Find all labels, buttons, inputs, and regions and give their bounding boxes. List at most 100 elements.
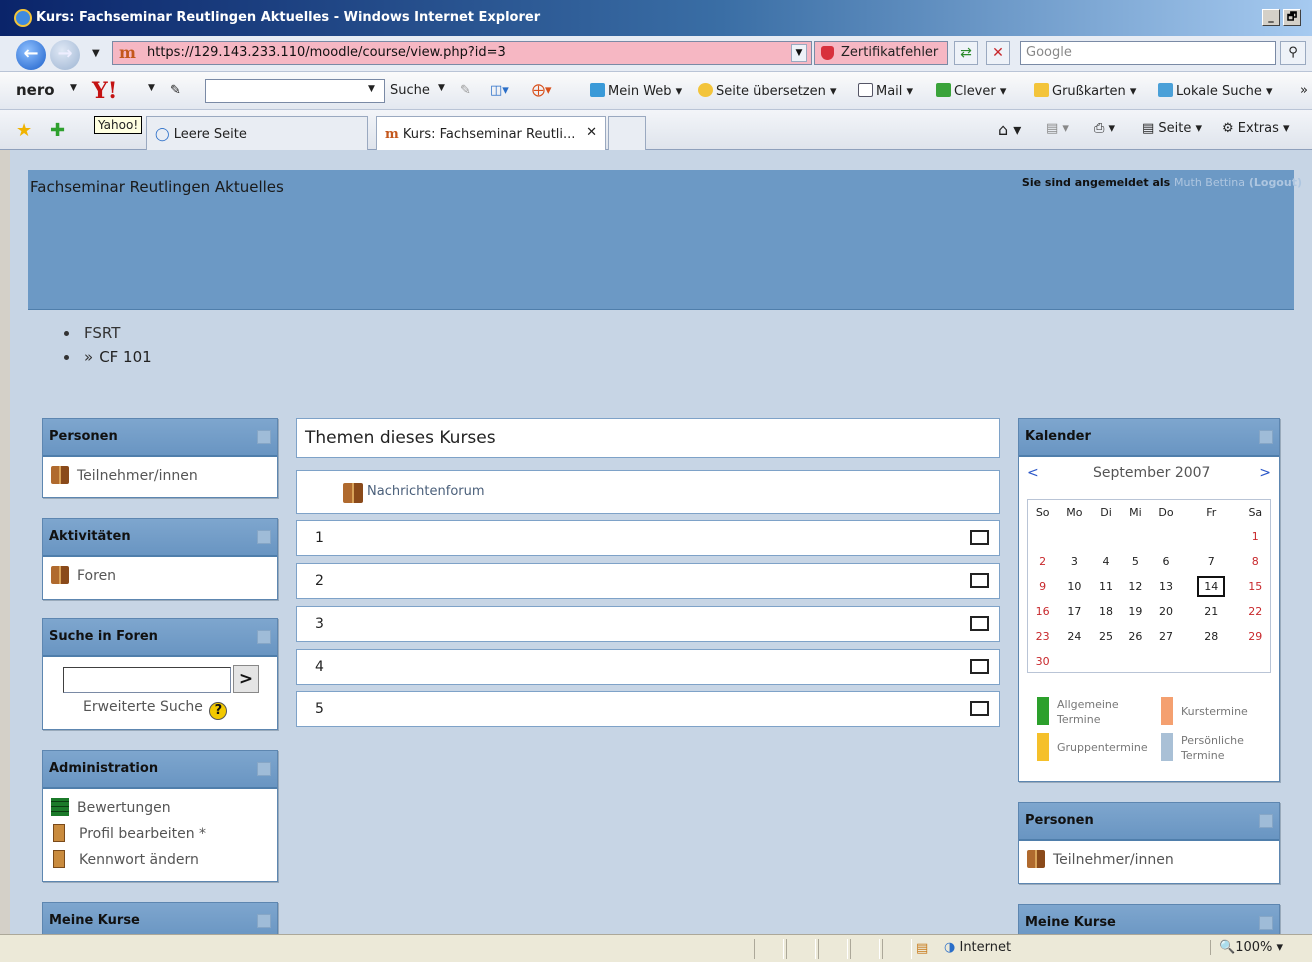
address-dropdown-icon[interactable]: ▼ (791, 44, 807, 62)
logout-link[interactable]: (Logout) (1249, 176, 1302, 189)
seite-menu[interactable]: ▤ Seite ▾ (1142, 121, 1202, 136)
calendar-day[interactable]: 6 (1150, 549, 1182, 574)
window-icon[interactable]: ◫▾ (490, 83, 509, 98)
calendar-day[interactable]: 22 (1241, 599, 1270, 624)
calendar-day[interactable]: 19 (1121, 599, 1150, 624)
collapse-icon[interactable] (257, 530, 271, 544)
calendar-month-label[interactable]: September 2007 (1093, 465, 1210, 481)
calendar-day[interactable]: 9 (1028, 574, 1057, 599)
legend-kurs[interactable]: Kurstermine (1161, 697, 1248, 725)
calendar-day[interactable]: 15 (1241, 574, 1270, 599)
calendar-day[interactable]: 2 (1028, 549, 1057, 574)
toolbar-search-dropdown-icon[interactable]: ▼ (368, 84, 375, 94)
feeds-icon[interactable]: ▤ ▾ (1046, 121, 1069, 136)
calendar-day[interactable]: 12 (1121, 574, 1150, 599)
calendar-day[interactable]: 29 (1241, 624, 1270, 649)
calendar-day[interactable]: 3 (1057, 549, 1091, 574)
grusskarten-button[interactable]: Grußkarten ▾ (1034, 83, 1136, 99)
user-link[interactable]: Muth Bettina (1174, 176, 1245, 189)
calendar-day[interactable]: 26 (1121, 624, 1150, 649)
mein-web-button[interactable]: Mein Web ▾ (590, 83, 682, 99)
calendar-day[interactable]: 1 (1241, 524, 1270, 549)
collapse-icon[interactable] (257, 630, 271, 644)
history-dropdown-icon[interactable]: ▼ (92, 48, 100, 59)
nero-logo[interactable]: nero (16, 81, 55, 99)
prev-month-link[interactable]: < (1027, 465, 1039, 481)
collapse-icon[interactable] (257, 914, 271, 928)
participants-link[interactable]: Teilnehmer/innen (1027, 847, 1271, 873)
maximize-button[interactable]: 🗗 (1283, 9, 1301, 26)
news-forum-link[interactable]: Nachrichtenforum (296, 470, 1000, 514)
toolbar-overflow-icon[interactable]: » (1300, 83, 1308, 98)
collapse-icon[interactable] (1259, 430, 1273, 444)
suche-dropdown-icon[interactable]: ▼ (438, 83, 445, 93)
calendar-day[interactable]: 16 (1028, 599, 1057, 624)
collapse-icon[interactable] (257, 762, 271, 776)
show-only-section-icon[interactable] (970, 573, 989, 588)
search-input[interactable]: Google (1020, 41, 1276, 65)
show-only-section-icon[interactable] (970, 530, 989, 545)
toolbar-search-input[interactable] (205, 79, 385, 103)
certificate-error-button[interactable]: Zertifikatfehler (814, 41, 948, 65)
tab-leere-seite[interactable]: ◯ Leere Seite (146, 116, 368, 150)
forum-search-button[interactable]: > (233, 665, 259, 693)
advanced-search-link[interactable]: Erweiterte Suche ? (83, 699, 228, 720)
calendar-day[interactable]: 30 (1028, 649, 1057, 674)
home-icon[interactable]: ⌂ ▾ (998, 120, 1021, 139)
pencil-icon[interactable]: ✎ (170, 83, 181, 98)
search-icon[interactable]: ⚲ (1280, 41, 1306, 65)
target-icon[interactable]: ⨁▾ (532, 83, 552, 98)
protected-mode-icon[interactable]: ▤ (916, 941, 928, 956)
calendar-day[interactable]: 14 (1182, 574, 1241, 599)
calendar-day[interactable]: 24 (1057, 624, 1091, 649)
tab-kurs[interactable]: m Kurs: Fachseminar Reutli... ✕ (376, 116, 606, 150)
next-month-link[interactable]: > (1259, 465, 1271, 481)
forward-button[interactable]: → (50, 40, 80, 70)
mail-button[interactable]: Mail ▾ (858, 83, 913, 99)
collapse-icon[interactable] (1259, 916, 1273, 930)
zoom-control[interactable]: 🔍100% ▾ (1210, 940, 1283, 955)
new-tab-button[interactable] (608, 116, 646, 150)
extras-menu[interactable]: ⚙ Extras ▾ (1222, 121, 1290, 136)
close-tab-icon[interactable]: ✕ (586, 125, 597, 140)
calendar-day[interactable]: 17 (1057, 599, 1091, 624)
kennwort-aendern-link[interactable]: Kennwort ändern (51, 847, 269, 873)
calendar-day[interactable]: 11 (1091, 574, 1120, 599)
calendar-day[interactable]: 7 (1182, 549, 1241, 574)
favorites-star-icon[interactable]: ★ (16, 120, 32, 141)
address-bar[interactable]: m https://129.143.233.110/moodle/course/… (112, 41, 812, 65)
calendar-day[interactable]: 13 (1150, 574, 1182, 599)
calendar-day[interactable]: 20 (1150, 599, 1182, 624)
seite-uebersetzen-button[interactable]: Seite übersetzen ▾ (698, 83, 837, 99)
minimize-button[interactable]: _ (1262, 9, 1280, 26)
show-only-section-icon[interactable] (970, 701, 989, 716)
calendar-day[interactable]: 21 (1182, 599, 1241, 624)
calendar-day[interactable]: 25 (1091, 624, 1120, 649)
bewertungen-link[interactable]: Bewertungen (51, 795, 269, 821)
clever-button[interactable]: Clever ▾ (936, 83, 1006, 99)
lokale-suche-button[interactable]: Lokale Suche ▾ (1158, 83, 1273, 99)
breadcrumb-fsrt[interactable]: FSRT (60, 324, 152, 348)
profil-bearbeiten-link[interactable]: Profil bearbeiten * (51, 821, 269, 847)
yahoo-dropdown-icon[interactable]: ▼ (148, 83, 155, 93)
highlight-icon[interactable]: ✎ (460, 83, 471, 98)
back-button[interactable]: ← (16, 40, 46, 70)
internet-zone[interactable]: ◑ Internet (944, 940, 1011, 955)
show-only-section-icon[interactable] (970, 659, 989, 674)
legend-allgemeine[interactable]: Allgemeine Termine (1037, 697, 1133, 727)
suche-button[interactable]: Suche (390, 83, 430, 98)
add-favorites-icon[interactable]: ✚ (50, 120, 65, 141)
legend-persoenlich[interactable]: Persönliche Termine (1161, 733, 1253, 763)
stop-icon[interactable]: ✕ (986, 41, 1010, 65)
nero-dropdown-icon[interactable]: ▼ (70, 83, 77, 93)
collapse-icon[interactable] (257, 430, 271, 444)
calendar-day[interactable]: 23 (1028, 624, 1057, 649)
legend-gruppen[interactable]: Gruppentermine (1037, 733, 1148, 761)
calendar-day[interactable]: 10 (1057, 574, 1091, 599)
calendar-day[interactable]: 8 (1241, 549, 1270, 574)
calendar-day[interactable]: 18 (1091, 599, 1120, 624)
yahoo-logo[interactable]: Y! (92, 78, 117, 104)
calendar-day[interactable]: 28 (1182, 624, 1241, 649)
print-icon[interactable]: ⎙ ▾ (1094, 121, 1115, 136)
calendar-day[interactable]: 27 (1150, 624, 1182, 649)
